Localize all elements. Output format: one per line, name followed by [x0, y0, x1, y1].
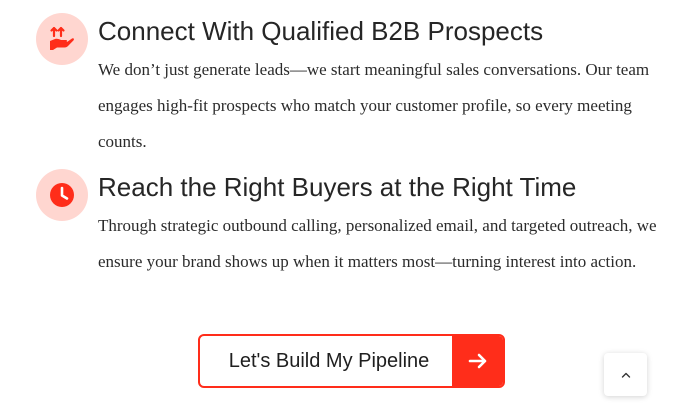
- feature-description: We don’t just generate leads—we start me…: [98, 60, 650, 151]
- feature-title: Connect With Qualified B2B Prospects: [98, 16, 544, 46]
- back-to-top-button[interactable]: [604, 353, 647, 396]
- feature-title: Reach the Right Buyers at the Right Time: [98, 172, 577, 202]
- chevron-up-icon: [620, 369, 632, 381]
- clock-icon: [36, 169, 88, 221]
- feature-description: Through strategic outbound calling, pers…: [98, 216, 657, 271]
- build-pipeline-button[interactable]: Let's Build My Pipeline: [198, 334, 505, 388]
- hand-arrows-icon: [36, 13, 88, 65]
- arrow-right-icon: [452, 336, 503, 386]
- cta-label: Let's Build My Pipeline: [228, 349, 430, 372]
